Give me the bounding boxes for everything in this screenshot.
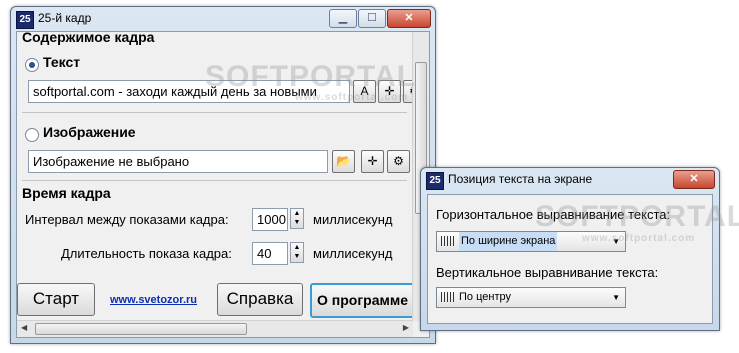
horizontal-scroll-thumb[interactable] <box>35 323 247 335</box>
duration-label: Длительность показа кадра: <box>61 246 232 261</box>
main-client: Содержимое кадра Текст softportal.com - … <box>16 31 430 338</box>
start-button[interactable]: Старт <box>17 283 95 316</box>
scroll-right-icon[interactable]: ▶ <box>403 323 409 332</box>
align-center-icon <box>441 292 455 302</box>
horizontal-align-select[interactable]: По ширине экрана ▼ <box>436 231 626 252</box>
about-button[interactable]: О программе <box>310 283 415 318</box>
close-icon[interactable]: ✕ <box>387 9 431 28</box>
folder-open-icon[interactable]: 📂 <box>332 150 355 173</box>
minimize-icon[interactable]: ▁ <box>329 9 357 28</box>
position-window-title: Позиция текста на экране <box>448 172 593 186</box>
horizontal-align-value: По ширине экрана <box>459 232 558 251</box>
spin-down-icon[interactable]: ▼ <box>291 252 303 261</box>
dropdown-arrow-icon[interactable]: ▼ <box>612 232 620 251</box>
main-window: 25 25-й кадр ▁ ☐ ✕ Содержимое кадра Текс… <box>10 6 436 344</box>
duration-unit: миллисекунд <box>313 246 393 261</box>
website-link[interactable]: www.svetozor.ru <box>110 294 197 306</box>
duration-spinner[interactable]: ▲ ▼ <box>290 242 304 263</box>
horizontal-align-label: Горизонтальное выравнивание текста: <box>436 207 671 222</box>
font-icon[interactable]: A <box>353 80 376 103</box>
crosshair-icon[interactable]: ✛ <box>378 80 401 103</box>
spin-up-icon[interactable]: ▲ <box>291 243 303 252</box>
divider <box>22 112 407 113</box>
interval-spinner[interactable]: ▲ ▼ <box>290 208 304 229</box>
duration-input[interactable]: 40 <box>252 242 288 265</box>
interval-label: Интервал между показами кадра: <box>25 212 229 227</box>
crosshair-icon[interactable]: ✛ <box>361 150 384 173</box>
maximize-icon[interactable]: ☐ <box>358 9 386 28</box>
dropdown-arrow-icon[interactable]: ▼ <box>612 288 620 307</box>
close-icon[interactable]: ✕ <box>673 170 715 189</box>
interval-input[interactable]: 1000 <box>252 208 288 231</box>
divider <box>22 180 407 181</box>
window-title: 25-й кадр <box>38 11 92 25</box>
vertical-align-value: По центру <box>459 291 511 303</box>
image-radio-label: Изображение <box>43 124 136 140</box>
scroll-left-icon[interactable]: ◀ <box>21 323 27 332</box>
gears-icon[interactable]: ⚙ <box>387 150 410 173</box>
main-titlebar[interactable]: 25 25-й кадр ▁ ☐ ✕ <box>11 7 435 31</box>
text-field[interactable]: softportal.com - заходи каждый день за н… <box>28 80 350 103</box>
vertical-align-select[interactable]: По центру ▼ <box>436 287 626 308</box>
interval-unit: миллисекунд <box>313 212 393 227</box>
image-field[interactable]: Изображение не выбрано <box>28 150 328 173</box>
timing-section-header: Время кадра <box>22 185 111 201</box>
help-button[interactable]: Справка <box>217 283 303 316</box>
spin-down-icon[interactable]: ▼ <box>291 218 303 227</box>
align-justify-icon <box>441 236 455 246</box>
text-radio-label: Текст <box>43 54 81 70</box>
content-section-header: Содержимое кадра <box>22 31 155 45</box>
position-titlebar[interactable]: 25 Позиция текста на экране ✕ <box>421 168 719 192</box>
vertical-align-label: Вертикальное выравнивание текста: <box>436 265 659 280</box>
horizontal-scrollbar[interactable]: ◀ ▶ <box>17 320 413 337</box>
spin-up-icon[interactable]: ▲ <box>291 209 303 218</box>
text-radio[interactable] <box>25 58 39 72</box>
position-client: Горизонтальное выравнивание текста: По ш… <box>427 194 713 324</box>
position-window: 25 Позиция текста на экране ✕ Горизонтал… <box>420 167 720 331</box>
app-icon: 25 <box>426 172 444 190</box>
app-icon: 25 <box>16 11 34 29</box>
image-radio[interactable] <box>25 128 39 142</box>
